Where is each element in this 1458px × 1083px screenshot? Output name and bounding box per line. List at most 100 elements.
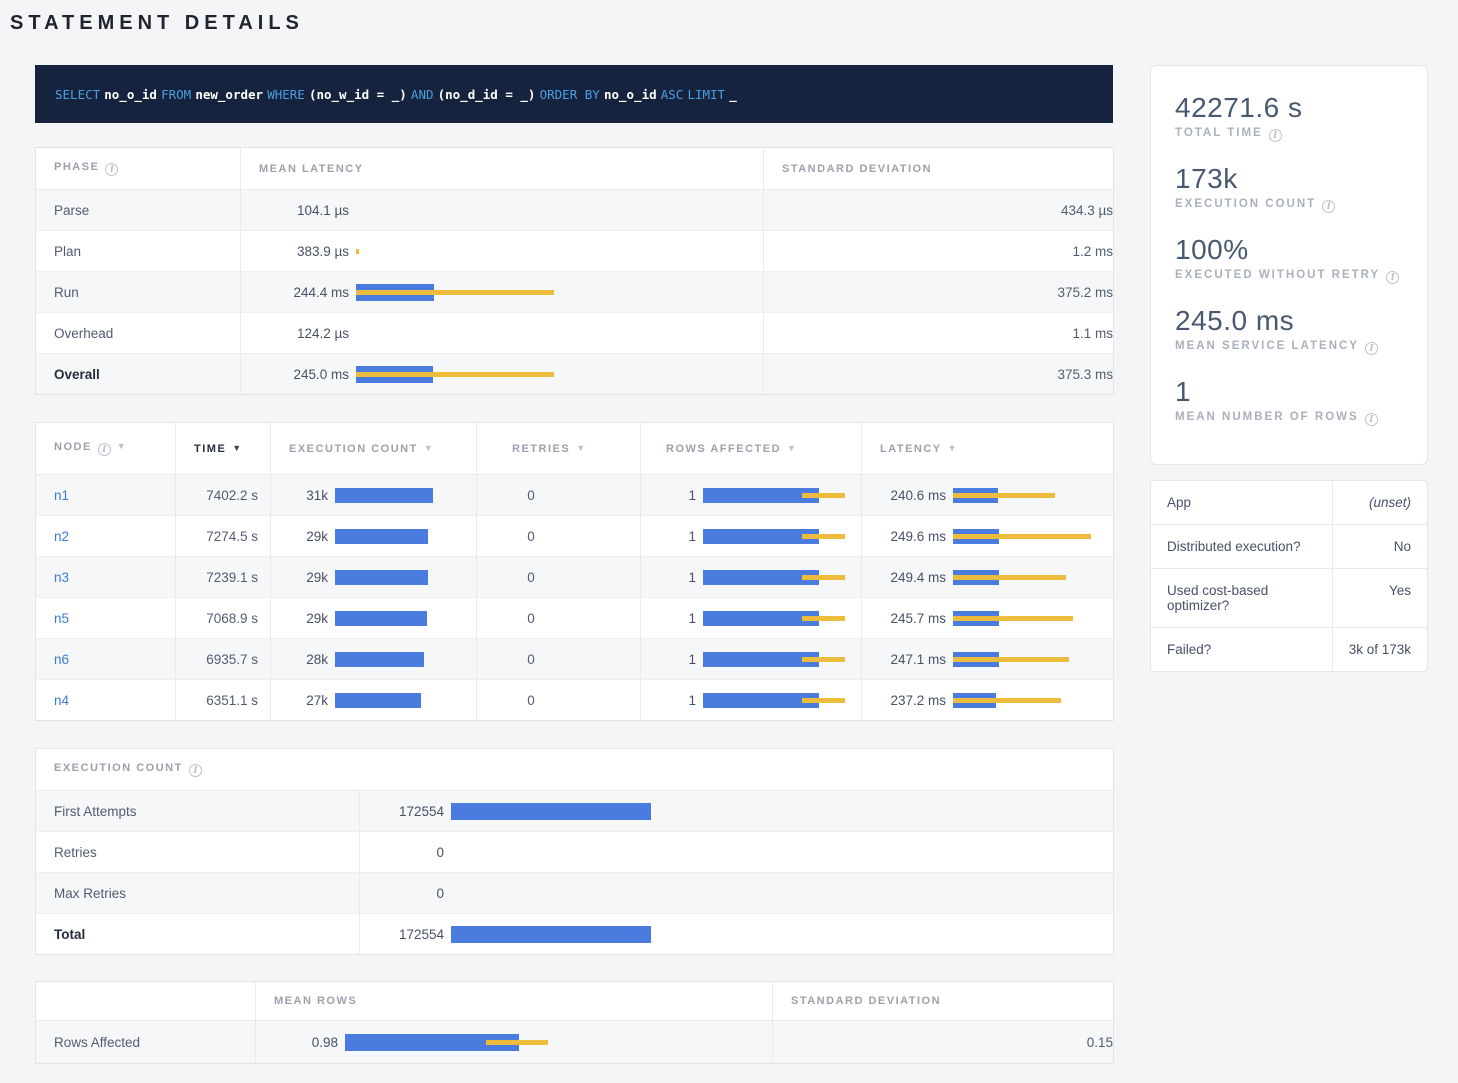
node-link[interactable]: n5: [54, 611, 69, 626]
rows-affected-bar: [703, 693, 845, 708]
latency-bar: [356, 325, 556, 342]
latency-bar: [953, 611, 1093, 626]
node-link[interactable]: n6: [54, 652, 69, 667]
stat-label: TOTAL TIMEi: [1175, 127, 1403, 142]
sql-token: new_order: [195, 87, 263, 102]
summary-stats-card: 42271.6 s TOTAL TIMEi 173k EXECUTION COU…: [1150, 65, 1428, 465]
latency-bar: [356, 366, 556, 383]
sort-caret-icon: ▼: [117, 441, 127, 451]
execution-count-column-header[interactable]: EXECUTION COUNT▼: [271, 423, 477, 475]
blank-column-header: [36, 982, 256, 1021]
execution-count-bar: [335, 529, 435, 544]
stat-mean-service-latency: 245.0 ms MEAN SERVICE LATENCYi: [1175, 305, 1403, 355]
stat-mean-number-of-rows: 1 MEAN NUMBER OF ROWSi: [1175, 376, 1403, 426]
node-column-header[interactable]: NODEi▼: [36, 423, 176, 475]
node-link[interactable]: n2: [54, 529, 69, 544]
sql-token: WHERE: [267, 87, 305, 102]
phase-label: Plan: [36, 231, 241, 272]
page-title: STATEMENT DETAILS: [10, 12, 1458, 35]
latency-value: 249.4 ms: [862, 570, 946, 585]
rows-affected-bar: [703, 652, 845, 667]
attribute-value: Yes: [1332, 569, 1427, 628]
stat-label: EXECUTION COUNTi: [1175, 198, 1403, 213]
attribute-row: App (unset): [1151, 481, 1427, 525]
info-icon[interactable]: i: [1365, 413, 1378, 426]
execution-count-bar: [335, 693, 435, 708]
rows-affected-bar: [703, 488, 845, 503]
stat-label: MEAN SERVICE LATENCYi: [1175, 340, 1403, 355]
sql-token: no_o_id: [104, 87, 157, 102]
retries-value: 0: [477, 680, 641, 721]
rows-affected-bar: [703, 529, 845, 544]
sql-token: LIMIT: [687, 87, 725, 102]
phase-label: Run: [36, 272, 241, 313]
phase-column-header: PHASEi: [36, 148, 241, 190]
attribute-label: Distributed execution?: [1151, 525, 1332, 569]
sort-caret-icon: ▼: [787, 443, 797, 453]
node-link[interactable]: n3: [54, 570, 69, 585]
table-row: Overall 245.0 ms 375.3 ms: [36, 354, 1114, 395]
latency-value: 237.2 ms: [862, 693, 946, 708]
rows-affected-value: 1: [641, 570, 696, 585]
latency-bar: [953, 488, 1093, 503]
attribute-value: No: [1332, 525, 1427, 569]
node-link[interactable]: n1: [54, 488, 69, 503]
sql-token: SELECT: [55, 87, 100, 102]
latency-bar: [953, 652, 1093, 667]
retries-value: 0: [477, 475, 641, 516]
execution-count-bar: [451, 844, 651, 861]
execution-count-value: 29k: [271, 529, 328, 544]
time-column-header[interactable]: TIME▼: [176, 423, 271, 475]
node-row: n1 7402.2 s 31k 0 1 240.6 ms: [36, 475, 1114, 516]
execution-count-bar: [451, 803, 651, 820]
table-row: Max Retries 0: [36, 873, 1114, 914]
retries-column-header[interactable]: RETRIES▼: [477, 423, 641, 475]
retries-value: 0: [477, 557, 641, 598]
stat-value: 245.0 ms: [1175, 305, 1403, 337]
std-deviation-value: 434.3 µs: [764, 190, 1114, 231]
execution-count-bar: [335, 611, 435, 626]
statement-details-page: STATEMENT DETAILS SELECT no_o_id FROM ne…: [0, 0, 1458, 1083]
info-icon[interactable]: i: [1269, 129, 1282, 142]
info-icon[interactable]: i: [1322, 200, 1335, 213]
node-row: n3 7239.1 s 29k 0 1 249.4 ms: [36, 557, 1114, 598]
time-value: 7239.1 s: [176, 557, 271, 598]
node-link[interactable]: n4: [54, 693, 69, 708]
attribute-row: Distributed execution? No: [1151, 525, 1427, 569]
stat-label: EXECUTED WITHOUT RETRYi: [1175, 269, 1403, 284]
time-value: 7274.5 s: [176, 516, 271, 557]
mean-latency-column-header: MEAN LATENCY: [241, 148, 764, 190]
time-value: 6351.1 s: [176, 680, 271, 721]
mean-latency-value: 244.4 ms: [259, 285, 349, 300]
attribute-value: 3k of 173k: [1332, 628, 1427, 672]
stat-total-time: 42271.6 s TOTAL TIMEi: [1175, 92, 1403, 142]
latency-column-header[interactable]: LATENCY▼: [862, 423, 1114, 475]
latency-bar: [953, 570, 1093, 585]
table-row: Total 172554: [36, 914, 1114, 955]
execution-count-bar: [335, 652, 435, 667]
std-deviation-column-header: STANDARD DEVIATION: [773, 982, 1114, 1021]
exec-row-label: Total: [36, 914, 360, 955]
time-value: 7402.2 s: [176, 475, 271, 516]
stat-value: 42271.6 s: [1175, 92, 1403, 124]
rows-affected-column-header[interactable]: ROWS AFFECTED▼: [641, 423, 862, 475]
exec-row-label: First Attempts: [36, 791, 360, 832]
attribute-label: Failed?: [1151, 628, 1332, 672]
exec-row-label: Max Retries: [36, 873, 360, 914]
info-icon[interactable]: i: [105, 163, 118, 176]
attribute-row: Used cost-based optimizer? Yes: [1151, 569, 1427, 628]
sql-token: (no_d_id = _): [438, 87, 536, 102]
std-deviation-value: 1.1 ms: [764, 313, 1114, 354]
exec-row-value: 172554: [360, 804, 444, 819]
info-icon[interactable]: i: [1365, 342, 1378, 355]
sort-caret-icon: ▼: [948, 443, 958, 453]
info-icon[interactable]: i: [189, 764, 202, 777]
info-icon[interactable]: i: [1386, 271, 1399, 284]
latency-value: 245.7 ms: [862, 611, 946, 626]
mean-latency-value: 104.1 µs: [259, 203, 349, 218]
latency-bar: [356, 202, 556, 219]
node-row: n4 6351.1 s 27k 0 1 237.2 ms: [36, 680, 1114, 721]
sql-token: ASC: [661, 87, 684, 102]
sort-caret-icon: ▼: [424, 443, 434, 453]
info-icon[interactable]: i: [98, 443, 111, 456]
